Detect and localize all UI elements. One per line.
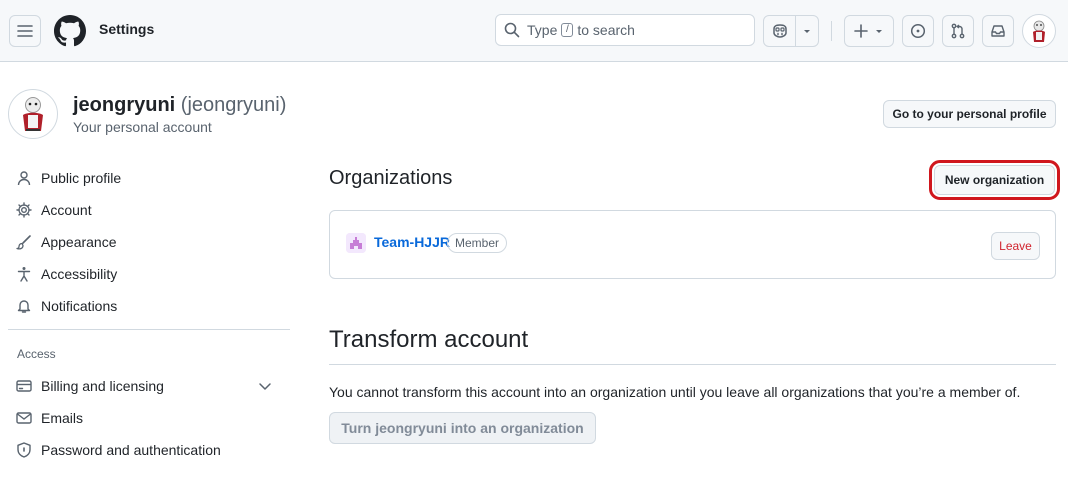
gear-icon (16, 202, 32, 218)
organization-list: Team-HJJR Member Leave (329, 210, 1056, 279)
sidebar-item-label: Account (41, 202, 92, 218)
inbox-icon (991, 25, 1005, 37)
sidebar-item-password[interactable]: Password and authentication (8, 435, 290, 465)
mail-icon (16, 412, 32, 424)
search-key-hint: / (561, 23, 574, 37)
transform-account-message: You cannot transform this account into a… (329, 384, 1021, 400)
search-input[interactable]: Type / to search (495, 14, 755, 46)
shield-icon (17, 442, 31, 458)
profile-name: jeongryuni (jeongryuni) (73, 94, 286, 117)
transform-account-heading: Transform account (329, 326, 529, 353)
sidebar-item-label: Password and authentication (41, 442, 221, 458)
sidebar-item-billing[interactable]: Billing and licensing (8, 371, 290, 401)
paintbrush-icon (16, 235, 31, 250)
person-icon (17, 171, 31, 186)
inbox-button[interactable] (982, 15, 1014, 47)
sidebar-item-label: Billing and licensing (41, 378, 164, 394)
chevron-down-icon (876, 30, 882, 33)
org-name-link[interactable]: Team-HJJR (374, 234, 450, 250)
org-role-badge: Member (447, 233, 508, 253)
account-type-label: Your personal account (73, 119, 212, 135)
sidebar-divider (8, 329, 290, 330)
menu-button[interactable] (9, 15, 41, 47)
display-name: jeongryuni (73, 94, 176, 116)
page-title: Settings (99, 21, 155, 37)
go-to-profile-button[interactable]: Go to your personal profile (883, 100, 1056, 128)
issues-button[interactable] (902, 15, 934, 47)
accessibility-icon (17, 267, 31, 282)
pull-requests-icon (951, 23, 965, 39)
github-logo[interactable] (54, 15, 86, 47)
sidebar-item-public-profile[interactable]: Public profile (8, 163, 290, 193)
search-suffix: to search (577, 22, 635, 38)
copilot-button-group (763, 15, 819, 47)
issues-icon (910, 23, 926, 39)
leave-organization-button[interactable]: Leave (991, 232, 1040, 260)
sidebar-item-label: Appearance (41, 234, 117, 250)
copilot-dropdown-button[interactable] (796, 16, 818, 46)
chevron-down-icon[interactable] (258, 379, 272, 393)
bell-icon (17, 300, 31, 313)
create-new-button[interactable] (844, 15, 894, 47)
menu-icon (17, 25, 33, 37)
login-name: (jeongryuni) (180, 94, 287, 116)
sidebar-item-notifications[interactable]: Notifications (8, 291, 290, 321)
copilot-button[interactable] (764, 16, 796, 46)
app-header: Settings Type / to search (0, 0, 1068, 62)
sidebar-item-account[interactable]: Account (8, 195, 290, 225)
chevron-down-icon (804, 30, 810, 33)
sidebar-item-label: Emails (41, 410, 84, 426)
avatar[interactable] (1022, 14, 1056, 48)
sidebar-item-accessibility[interactable]: Accessibility (8, 259, 290, 289)
sidebar-item-emails[interactable]: Emails (8, 403, 290, 433)
search-icon (504, 22, 520, 38)
header-divider (831, 21, 832, 41)
plus-icon (854, 24, 868, 38)
new-organization-button[interactable]: New organization (929, 160, 1060, 200)
sidebar-item-label: Accessibility (41, 266, 118, 282)
sidebar-item-label: Public profile (41, 170, 122, 186)
organizations-heading: Organizations (329, 167, 453, 189)
sidebar-section-heading: Access (17, 347, 56, 361)
pull-requests-button[interactable] (942, 15, 974, 47)
profile-avatar (8, 89, 58, 139)
turn-into-organization-button[interactable]: Turn jeongryuni into an organization (329, 412, 596, 444)
section-divider (329, 364, 1056, 365)
copilot-icon (772, 24, 787, 38)
credit-card-icon (16, 380, 32, 392)
search-prefix: Type (527, 22, 558, 38)
sidebar-item-appearance[interactable]: Appearance (8, 227, 290, 257)
org-avatar (346, 233, 366, 253)
sidebar-item-label: Notifications (41, 298, 118, 314)
